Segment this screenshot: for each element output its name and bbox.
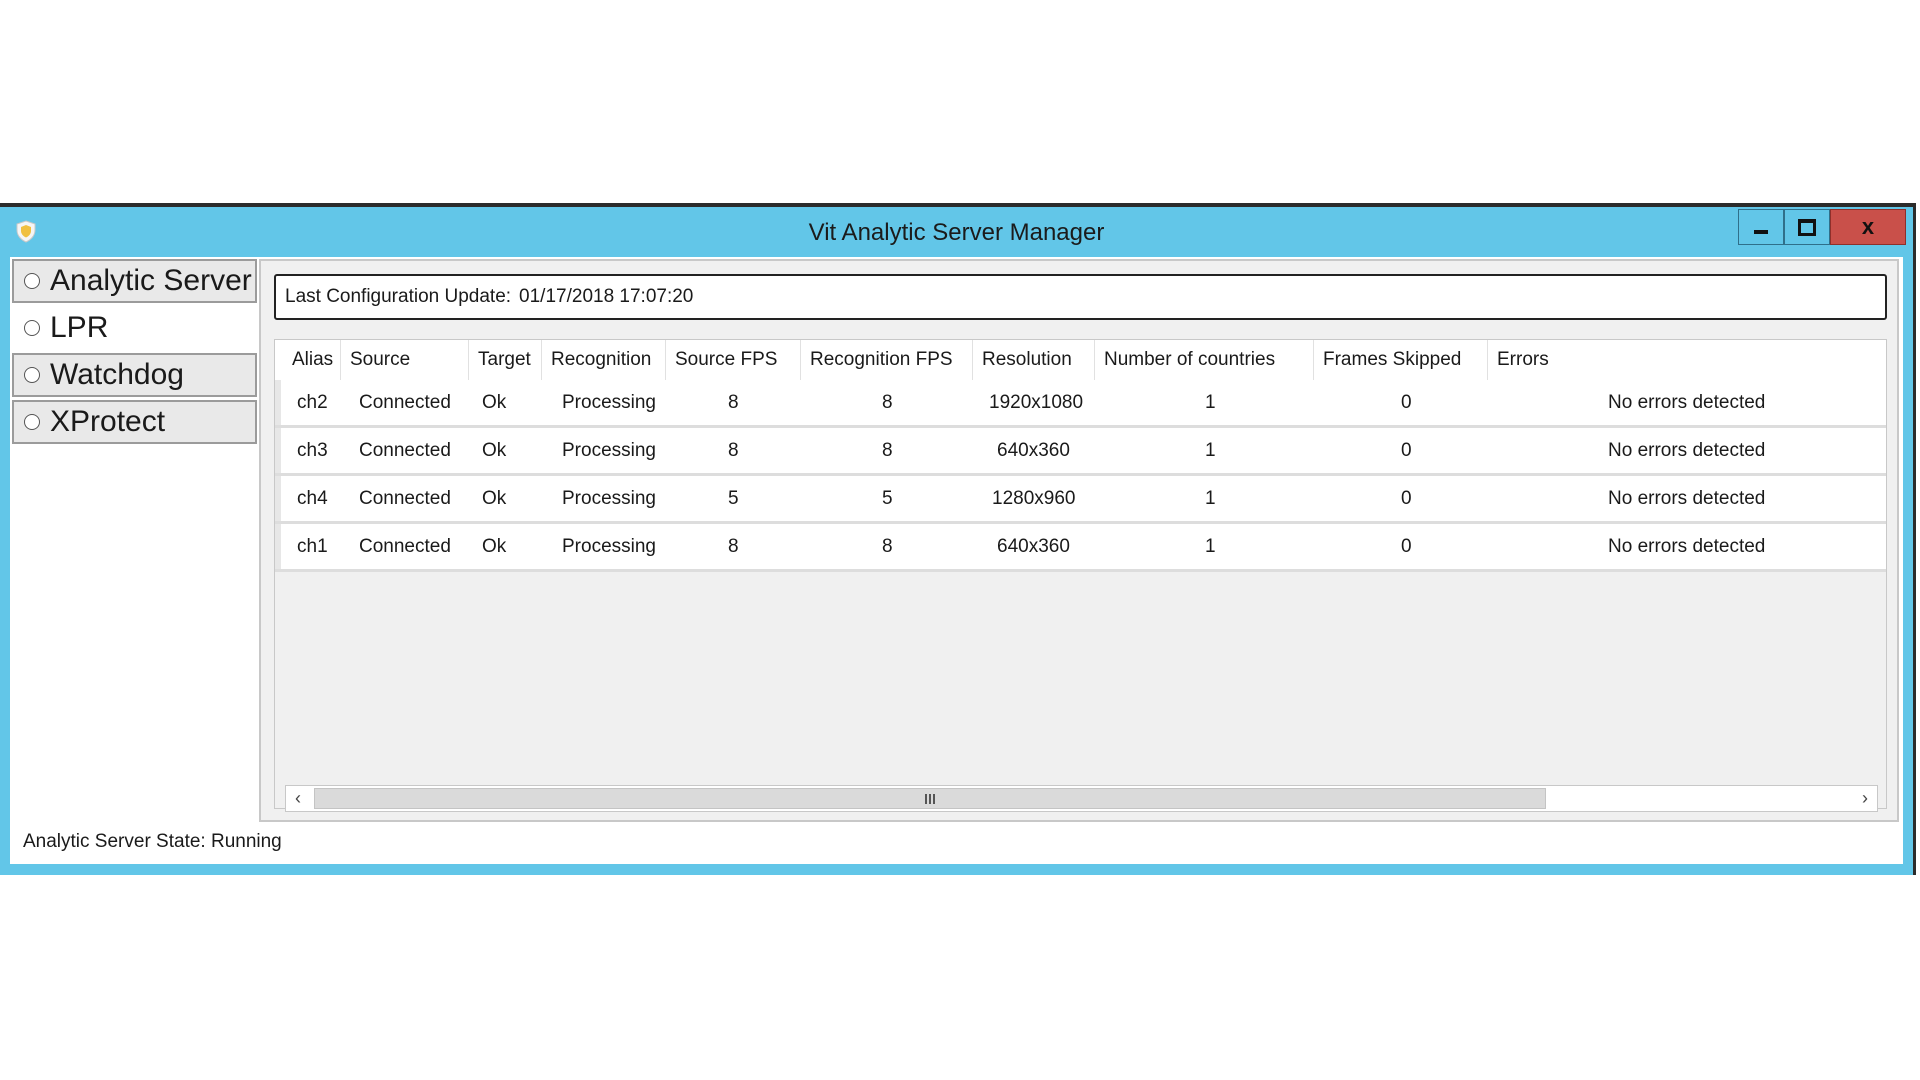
- row-selector[interactable]: [275, 476, 281, 521]
- radio-icon: [24, 414, 40, 430]
- cell-recognition: Processing: [562, 536, 656, 557]
- client-area: Analytic Server LPR Watchdog XProtect La…: [10, 257, 1903, 864]
- cell-resolution: 640x360: [997, 440, 1070, 461]
- nav-item-lpr[interactable]: LPR: [12, 306, 257, 350]
- nav-item-xprotect[interactable]: XProtect: [12, 400, 257, 444]
- cell-target: Ok: [482, 488, 507, 509]
- config-update-value: 01/17/2018 17:07:20: [519, 286, 694, 307]
- cell-resolution: 1280x960: [992, 488, 1076, 509]
- scroll-left-icon[interactable]: ‹: [286, 786, 310, 811]
- radio-icon: [24, 367, 40, 383]
- main-panel: Last Configuration Update: 01/17/2018 17…: [259, 259, 1899, 822]
- cell-errors: No errors detected: [1608, 488, 1766, 509]
- sidebar-nav: Analytic Server LPR Watchdog XProtect: [12, 259, 257, 447]
- column-header-number-of-countries[interactable]: Number of countries: [1095, 340, 1314, 380]
- cell-errors: No errors detected: [1608, 392, 1766, 413]
- cell-alias: ch1: [297, 536, 328, 557]
- cell-target: Ok: [482, 440, 507, 461]
- cell-number-of-countries: 1: [1205, 536, 1216, 557]
- column-header-recognition-fps[interactable]: Recognition FPS: [801, 340, 973, 380]
- cell-source: Connected: [359, 440, 451, 461]
- server-state-status: Analytic Server State: Running: [23, 831, 282, 852]
- cell-frames-skipped: 0: [1401, 392, 1412, 413]
- row-selector[interactable]: [275, 380, 281, 425]
- cell-recognition-fps: 8: [882, 440, 893, 461]
- config-update-box: Last Configuration Update: 01/17/2018 17…: [274, 274, 1887, 320]
- column-header-target[interactable]: Target: [469, 340, 542, 380]
- maximize-button[interactable]: [1784, 209, 1830, 245]
- radio-icon: [24, 320, 40, 336]
- cell-alias: ch4: [297, 488, 328, 509]
- maximize-icon: [1798, 218, 1816, 236]
- cell-source-fps: 8: [728, 440, 739, 461]
- row-selector[interactable]: [275, 524, 281, 569]
- cell-resolution: 1920x1080: [989, 392, 1084, 413]
- horizontal-scrollbar[interactable]: ‹ ›: [285, 785, 1878, 812]
- app-window: Vit Analytic Server Manager x Analytic S…: [0, 203, 1916, 875]
- column-header-frames-skipped[interactable]: Frames Skipped: [1314, 340, 1488, 380]
- scroll-thumb[interactable]: [314, 788, 1546, 809]
- window-title: Vit Analytic Server Manager: [808, 219, 1105, 246]
- cell-frames-skipped: 0: [1401, 488, 1412, 509]
- cell-source: Connected: [359, 536, 451, 557]
- nav-item-label: XProtect: [50, 405, 166, 438]
- scroll-right-icon[interactable]: ›: [1853, 786, 1877, 811]
- cell-target: Ok: [482, 536, 507, 557]
- cell-recognition-fps: 5: [882, 488, 893, 509]
- cell-recognition: Processing: [562, 392, 656, 413]
- cell-target: Ok: [482, 392, 507, 413]
- nav-item-watchdog[interactable]: Watchdog: [12, 353, 257, 397]
- minimize-icon: [1754, 230, 1768, 234]
- nav-item-label: Watchdog: [50, 358, 184, 391]
- cell-frames-skipped: 0: [1401, 440, 1412, 461]
- table-row[interactable]: ch3 Connected Ok Processing 8 8 640x360 …: [275, 428, 1886, 476]
- nav-item-label: Analytic Server: [50, 264, 252, 297]
- cell-alias: ch2: [297, 392, 328, 413]
- cell-resolution: 640x360: [997, 536, 1070, 557]
- column-header-resolution[interactable]: Resolution: [973, 340, 1095, 380]
- cell-recognition: Processing: [562, 440, 656, 461]
- cell-number-of-countries: 1: [1205, 440, 1216, 461]
- minimize-button[interactable]: [1738, 209, 1784, 245]
- nav-item-analytic-server[interactable]: Analytic Server: [12, 259, 257, 303]
- column-header-recognition[interactable]: Recognition: [542, 340, 666, 380]
- table-header: Alias Source Target Recognition Source F…: [275, 340, 1886, 380]
- table-row[interactable]: ch4 Connected Ok Processing 5 5 1280x960…: [275, 476, 1886, 524]
- cell-source-fps: 5: [728, 488, 739, 509]
- table-body: ch2 Connected Ok Processing 8 8 1920x108…: [275, 380, 1886, 572]
- grip-icon: [925, 793, 935, 804]
- cell-source: Connected: [359, 392, 451, 413]
- config-update-label: Last Configuration Update:: [285, 286, 512, 307]
- cell-recognition: Processing: [562, 488, 656, 509]
- cell-number-of-countries: 1: [1205, 488, 1216, 509]
- cell-errors: No errors detected: [1608, 440, 1766, 461]
- row-selector[interactable]: [275, 428, 281, 473]
- close-button[interactable]: x: [1830, 209, 1906, 245]
- radio-icon: [24, 273, 40, 289]
- title-bar[interactable]: Vit Analytic Server Manager x: [0, 207, 1913, 257]
- cell-recognition-fps: 8: [882, 536, 893, 557]
- cell-source-fps: 8: [728, 392, 739, 413]
- column-header-source[interactable]: Source: [341, 340, 469, 380]
- nav-item-label: LPR: [50, 311, 109, 344]
- table-row[interactable]: ch2 Connected Ok Processing 8 8 1920x108…: [275, 380, 1886, 428]
- column-header-errors[interactable]: Errors: [1488, 340, 1888, 380]
- cell-number-of-countries: 1: [1205, 392, 1216, 413]
- cell-errors: No errors detected: [1608, 536, 1766, 557]
- cell-recognition-fps: 8: [882, 392, 893, 413]
- cell-alias: ch3: [297, 440, 328, 461]
- table-row[interactable]: ch1 Connected Ok Processing 8 8 640x360 …: [275, 524, 1886, 572]
- cell-frames-skipped: 0: [1401, 536, 1412, 557]
- column-header-alias[interactable]: Alias: [283, 340, 341, 380]
- channels-table: Alias Source Target Recognition Source F…: [274, 339, 1887, 812]
- column-header-source-fps[interactable]: Source FPS: [666, 340, 801, 380]
- cell-source: Connected: [359, 488, 451, 509]
- cell-source-fps: 8: [728, 536, 739, 557]
